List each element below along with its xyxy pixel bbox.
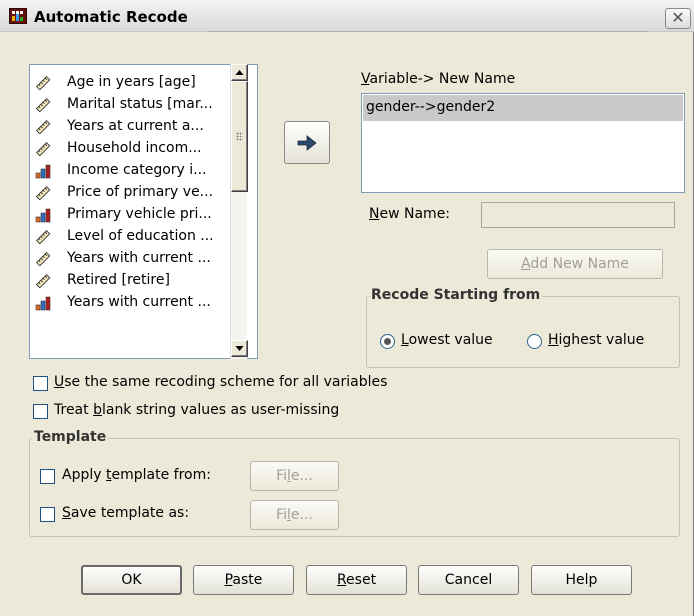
list-item[interactable]: Price of primary ve... xyxy=(33,181,233,203)
template-title: Template xyxy=(32,429,109,445)
apply-template-checkbox[interactable] xyxy=(40,469,55,484)
selected-variable-pair[interactable]: gender-->gender2 xyxy=(363,95,683,121)
scale-ruler-icon xyxy=(35,75,51,91)
list-item-label: Marital status [mar... xyxy=(67,96,213,112)
recode-starting-title: Recode Starting from xyxy=(369,287,543,303)
ok-button[interactable]: OK xyxy=(81,565,182,595)
list-item[interactable]: Income category i... xyxy=(33,159,233,181)
same-scheme-label: Use the same recoding scheme for all var… xyxy=(54,374,388,390)
cancel-button[interactable]: Cancel xyxy=(418,565,519,595)
ordinal-bars-icon xyxy=(35,208,51,223)
save-template-file-button[interactable]: File... xyxy=(250,500,339,530)
apply-template-label: Apply template from: xyxy=(62,467,211,483)
list-item[interactable]: Marital status [mar... xyxy=(33,93,233,115)
scale-ruler-icon xyxy=(35,273,51,289)
grip-icon xyxy=(236,132,243,141)
add-new-name-button[interactable]: Add New Name xyxy=(487,249,663,279)
scroll-up-button[interactable] xyxy=(231,64,248,81)
triangle-down-icon xyxy=(235,346,244,351)
move-variable-button[interactable] xyxy=(284,121,330,164)
reset-button[interactable]: Reset xyxy=(306,565,407,595)
list-item[interactable]: Age in years [age] xyxy=(33,71,233,93)
scale-ruler-icon xyxy=(35,251,51,267)
list-item-label: Price of primary ve... xyxy=(67,184,214,200)
list-item-label: Years with current ... xyxy=(67,294,211,310)
scroll-thumb[interactable] xyxy=(231,81,248,192)
list-item[interactable]: Retired [retire] xyxy=(33,269,233,291)
list-item-label: Income category i... xyxy=(67,162,207,178)
new-name-input[interactable] xyxy=(481,202,675,228)
scale-ruler-icon xyxy=(35,141,51,157)
list-item-label: Household incom... xyxy=(67,140,202,156)
ordinal-bars-icon xyxy=(35,164,51,179)
help-button[interactable]: Help xyxy=(531,565,632,595)
list-item[interactable]: Primary vehicle pri... xyxy=(33,203,233,225)
list-item[interactable]: Years at current a... xyxy=(33,115,233,137)
source-variable-list[interactable]: Age in years [age] Marital status [mar..… xyxy=(29,64,258,359)
title-separator xyxy=(208,31,648,32)
list-item-label: Years with current ... xyxy=(67,250,211,266)
scale-ruler-icon xyxy=(35,119,51,135)
list-scrollbar[interactable] xyxy=(230,64,248,359)
list-item-label: Primary vehicle pri... xyxy=(67,206,212,222)
blank-string-checkbox[interactable] xyxy=(33,404,48,419)
blank-string-label: Treat blank string values as user-missin… xyxy=(54,402,340,418)
list-item-label: Level of education ... xyxy=(67,228,214,244)
highest-value-radio[interactable] xyxy=(527,334,542,349)
list-item[interactable]: Level of education ... xyxy=(33,225,233,247)
template-group xyxy=(29,438,680,537)
triangle-up-icon xyxy=(235,70,244,75)
list-item[interactable]: Years with current ... xyxy=(33,247,233,269)
lowest-value-radio[interactable] xyxy=(380,334,395,349)
arrow-right-icon xyxy=(297,135,317,151)
variable-new-name-label: Variable-> New Name xyxy=(361,71,516,87)
app-icon xyxy=(9,8,27,24)
list-item[interactable]: Household incom... xyxy=(33,137,233,159)
title-bar[interactable]: Automatic Recode ✕ xyxy=(0,0,694,32)
scale-ruler-icon xyxy=(35,97,51,113)
close-icon[interactable]: ✕ xyxy=(665,8,691,29)
window-title: Automatic Recode xyxy=(34,8,188,26)
lowest-value-label: Lowest value xyxy=(401,332,493,348)
ordinal-bars-icon xyxy=(35,296,51,311)
paste-button[interactable]: Paste xyxy=(193,565,294,595)
same-scheme-checkbox[interactable] xyxy=(33,376,48,391)
automatic-recode-dialog: Automatic Recode ✕ Age in years [age] Ma… xyxy=(0,0,694,616)
save-template-label: Save template as: xyxy=(62,505,190,521)
scroll-down-button[interactable] xyxy=(231,340,248,357)
new-name-label: New Name: xyxy=(369,206,451,222)
scale-ruler-icon xyxy=(35,185,51,201)
list-item-label: Retired [retire] xyxy=(67,272,170,288)
list-item-label: Years at current a... xyxy=(67,118,204,134)
list-item-label: Age in years [age] xyxy=(67,74,196,90)
save-template-checkbox[interactable] xyxy=(40,507,55,522)
highest-value-label: Highest value xyxy=(548,332,645,348)
list-item[interactable]: Years with current ... xyxy=(33,291,233,313)
variable-new-name-list[interactable]: gender-->gender2 xyxy=(361,93,685,193)
scale-ruler-icon xyxy=(35,229,51,245)
apply-template-file-button[interactable]: File... xyxy=(250,461,339,491)
